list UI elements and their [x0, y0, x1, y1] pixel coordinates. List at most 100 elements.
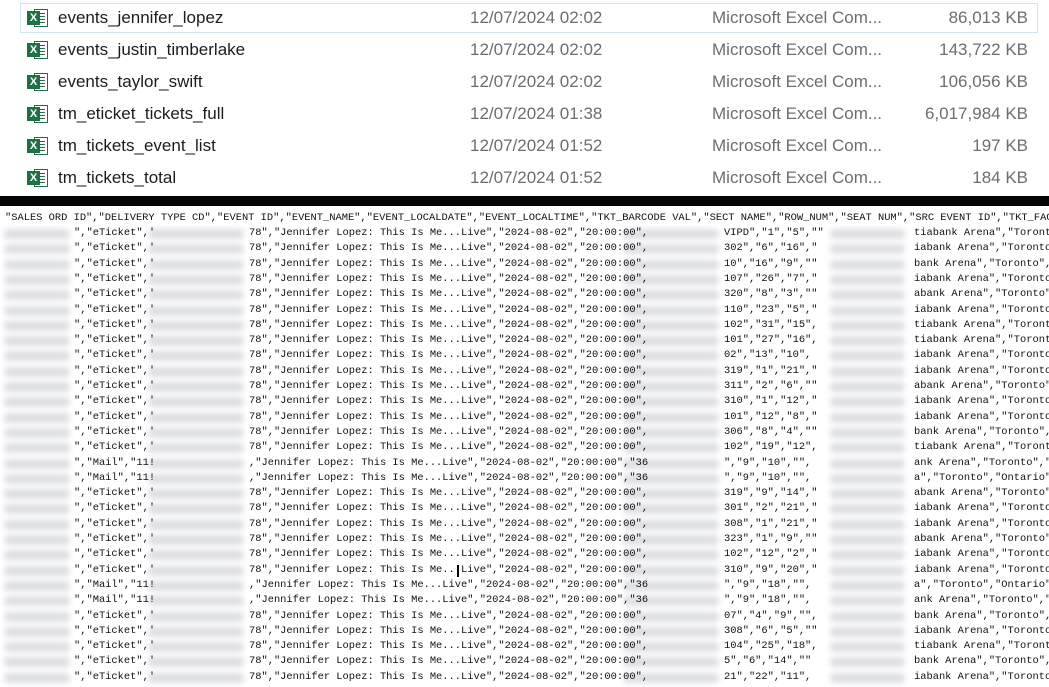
redacted-block [4, 382, 70, 392]
file-row[interactable]: Xevents_taylor_swift 12/07/2024 02:02 Micr… [20, 67, 1038, 97]
excel-file-icon: X [27, 7, 49, 29]
csv-field-seat: 102","12","2"," [724, 548, 818, 561]
csv-field-venue: tiabank Arena","Toronto [914, 640, 1049, 653]
csv-field-delivery-type: ","eTicket",' [74, 364, 156, 377]
redacted-block [830, 274, 905, 285]
csv-field-event: 78","Jennifer Lopez: This Is Me...Live",… [249, 288, 649, 301]
file-date-modified: 12/07/2024 02:02 [470, 40, 603, 59]
csv-field-venue: iabank Arena","Toronto" [914, 410, 1049, 423]
redacted-block [148, 504, 244, 515]
csv-field-event: 78","Jennifer Lopez: This Is Me...Live",… [249, 318, 649, 331]
csv-field-delivery-type: ","Mail","11! [74, 578, 156, 591]
csv-field-delivery-type: ","eTicket",' [74, 227, 156, 239]
redacted-block [148, 550, 244, 561]
csv-field-seat: VIPD","1","5","" [724, 227, 824, 239]
redacted-block [148, 259, 244, 270]
redacted-block [4, 351, 70, 362]
file-size: 6,017,984 KB [924, 104, 1028, 123]
csv-field-venue: ank Arena","Toronto","C [914, 594, 1049, 607]
redacted-block [830, 351, 905, 362]
csv-data-line: ","eTicket",' 78","Jennifer Lopez: This I… [0, 547, 1049, 562]
csv-field-event: 78","Jennifer Lopez: This Is Me...Live",… [249, 272, 649, 285]
file-date-modified: 12/07/2024 01:52 [470, 136, 603, 155]
file-row[interactable]: Xtm_tickets_event_list 12/07/2024 01:52 Mi… [20, 131, 1038, 161]
redacted-block [148, 290, 244, 301]
file-type: Microsoft Excel Com... [712, 8, 883, 27]
csv-data-line: ","eTicket",' 78","Jennifer Lopez: This I… [0, 425, 1049, 440]
text-cursor [457, 565, 459, 577]
redacted-block [4, 244, 70, 255]
csv-data-line: ","eTicket",' 78","Jennifer Lopez: This I… [0, 486, 1049, 501]
csv-text-view[interactable]: "SALES ORD ID","DELIVERY TYPE CD","EVENT… [0, 206, 1049, 687]
csv-field-venue: iabank Arena","Toronto" [914, 395, 1049, 408]
csv-field-venue: iabank Arena","Toronto" [914, 624, 1049, 637]
redacted-block [148, 382, 244, 392]
csv-field-seat: 102","31","15", [724, 318, 818, 331]
file-explorer-list: Xevents_jennifer_lopez 12/07/2024 02:02 Mi… [0, 0, 1049, 196]
csv-field-event: 78","Jennifer Lopez: This Is Me...Live",… [249, 334, 649, 347]
csv-field-seat: 310","1","12"," [724, 395, 818, 408]
redacted-block [148, 412, 244, 423]
csv-field-venue: iabank Arena","Toronto" [914, 364, 1049, 377]
redacted-block [148, 642, 244, 653]
redacted-block [830, 489, 905, 500]
csv-field-delivery-type: ","Mail","11! [74, 456, 156, 469]
csv-data-line: ","eTicket",' 78","Jennifer Lopez: This I… [0, 226, 1049, 241]
redacted-block [4, 657, 70, 668]
redacted-block [830, 611, 905, 622]
redacted-block [4, 274, 70, 285]
redacted-block [148, 305, 244, 316]
csv-field-seat: 319","9","14"," [724, 487, 818, 500]
csv-field-event: 78","Jennifer Lopez: This Is Me...Live",… [249, 380, 649, 392]
csv-field-delivery-type: ","eTicket",' [74, 502, 156, 515]
file-date-modified: 12/07/2024 02:02 [470, 8, 603, 27]
csv-data-line: ","eTicket",' 78","Jennifer Lopez: This I… [0, 348, 1049, 363]
csv-data-line: ","eTicket",' 78","Jennifer Lopez: This I… [0, 501, 1049, 516]
excel-file-icon: X [27, 135, 49, 157]
csv-field-event: 78","Jennifer Lopez: This Is Me...Live",… [249, 533, 649, 545]
csv-data-line: ","eTicket",' 78","Jennifer Lopez: This I… [0, 410, 1049, 425]
csv-field-venue: abank Arena","Toronto", [914, 380, 1049, 392]
file-type: Microsoft Excel Com... [712, 104, 883, 123]
redacted-block [830, 580, 905, 591]
csv-field-event: 78","Jennifer Lopez: This Is Me...Live",… [249, 257, 649, 270]
redacted-block [830, 519, 905, 530]
redacted-block [148, 458, 244, 469]
file-row[interactable]: Xtm_tickets_total 12/07/2024 01:52 Microso… [20, 163, 1038, 193]
redacted-block [4, 412, 70, 423]
csv-field-venue: iabank Arena","Toronto" [914, 242, 1049, 255]
csv-field-event: 78","Jennifer Lopez: This Is Me...Live",… [249, 487, 649, 500]
redacted-block [830, 458, 905, 469]
csv-field-delivery-type: ","eTicket",' [74, 272, 156, 285]
csv-data-line: ","Mail","11! ,"Jennifer Lopez: This Is M… [0, 456, 1049, 471]
redacted-block [830, 244, 905, 255]
csv-field-seat: 10","16","9","" [724, 257, 818, 270]
csv-field-event: 78","Jennifer Lopez: This Is Me...Live",… [249, 227, 649, 239]
redacted-block [830, 535, 905, 545]
csv-field-venue: tiabank Arena","Toronto [914, 318, 1049, 331]
csv-field-seat: 319","1","21"," [724, 364, 818, 377]
redacted-block [830, 657, 905, 668]
redacted-block [4, 473, 70, 484]
csv-field-event: ,"Jennifer Lopez: This Is Me...Live","20… [249, 594, 649, 607]
file-name: events_justin_timberlake [58, 40, 246, 59]
file-type: Microsoft Excel Com... [712, 168, 883, 187]
csv-field-delivery-type: ","eTicket",' [74, 380, 156, 392]
csv-field-event: 78","Jennifer Lopez: This Is Me...Live",… [249, 624, 649, 637]
csv-field-delivery-type: ","eTicket",' [74, 624, 156, 637]
csv-field-seat: 110","23","5"," [724, 303, 818, 316]
file-type: Microsoft Excel Com... [712, 72, 883, 91]
redacted-block [148, 535, 244, 545]
file-row[interactable]: Xevents_justin_timberlake 12/07/2024 02:0… [20, 35, 1038, 65]
csv-data-line: ","Mail","11! ,"Jennifer Lopez: This Is M… [0, 471, 1049, 486]
file-row[interactable]: Xtm_eticket_tickets_full 12/07/2024 01:38… [20, 99, 1038, 129]
redacted-block [830, 397, 905, 408]
csv-data-line: ","eTicket",' 78","Jennifer Lopez: This I… [0, 287, 1049, 302]
csv-field-seat: 02","13","10", [724, 349, 812, 362]
csv-field-delivery-type: ","eTicket",' [74, 257, 156, 270]
redacted-block [4, 427, 70, 438]
csv-field-venue: iabank Arena","Toronto" [914, 563, 1049, 576]
csv-field-event: 78","Jennifer Lopez: This Is Me...Live",… [249, 242, 649, 255]
file-row[interactable]: Xevents_jennifer_lopez 12/07/2024 02:02 Mi… [20, 3, 1038, 33]
redacted-block [4, 458, 70, 469]
